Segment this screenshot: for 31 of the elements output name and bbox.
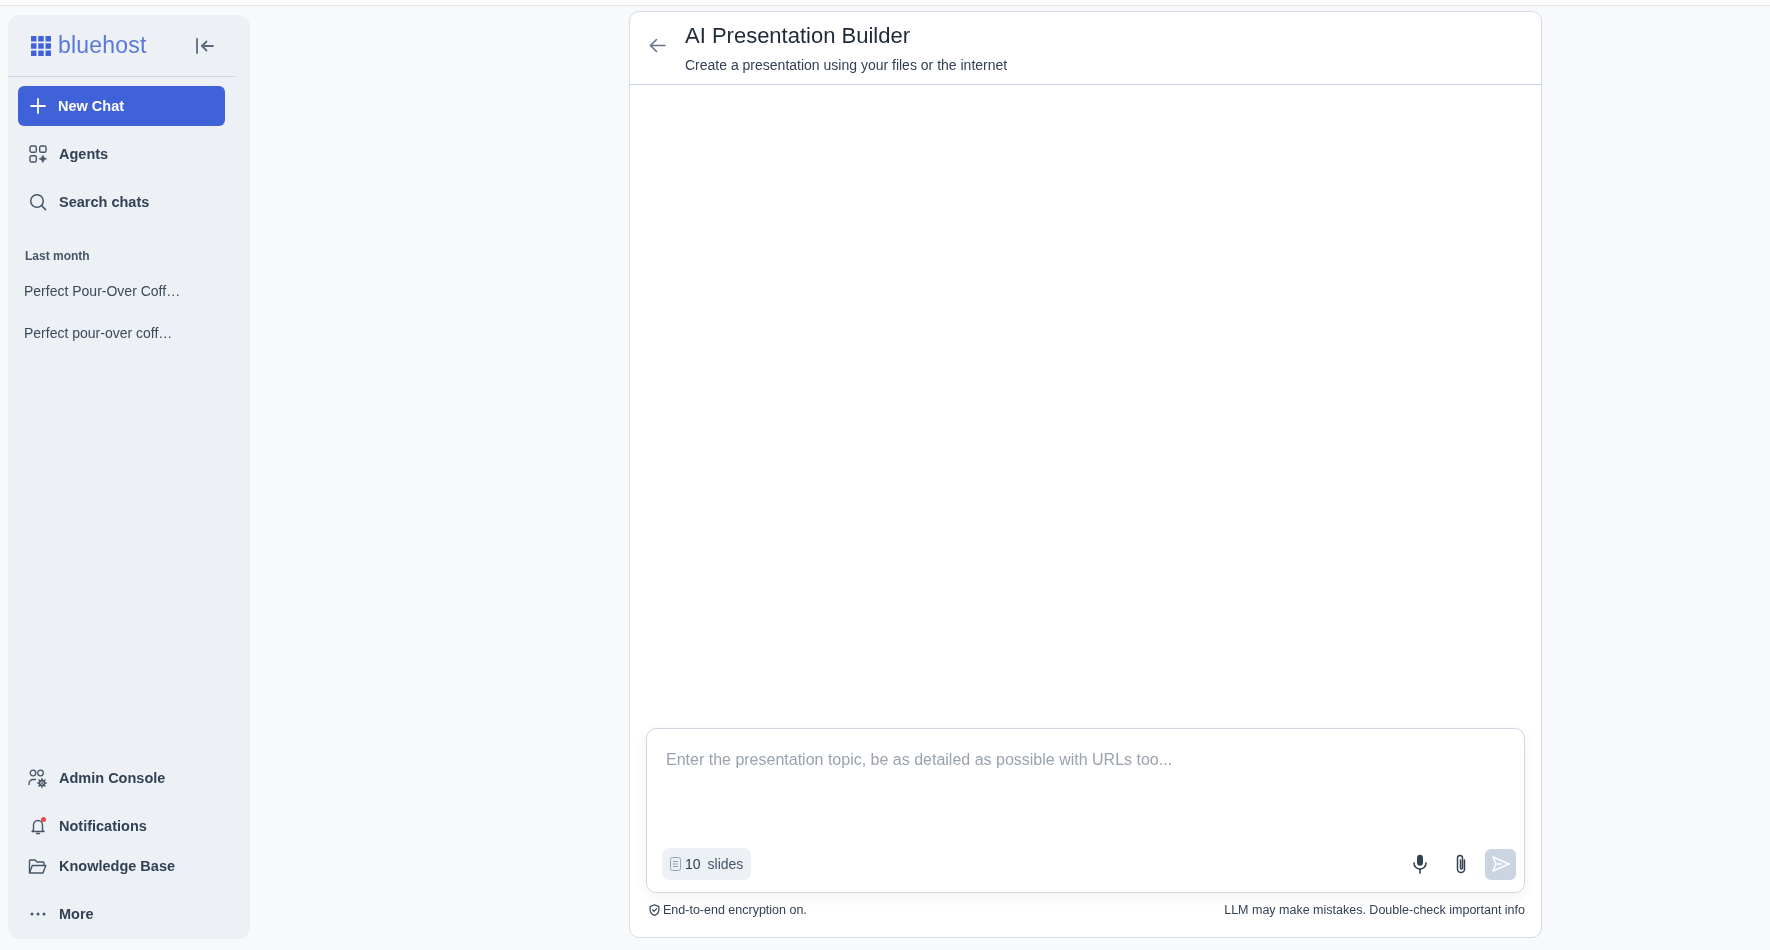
- nav-item[interactable]: More: [8, 890, 250, 938]
- prompt-field[interactable]: Enter the presentation topic, be as detailed as possible with URLs too...: [647, 729, 1524, 848]
- shield-check-icon: [649, 904, 660, 916]
- grid-sparkle-icon: [28, 145, 47, 163]
- paper-plane-icon: [1491, 856, 1510, 872]
- microphone-icon: [1413, 854, 1427, 874]
- section-heading: Last month: [25, 248, 91, 265]
- chat-history-item[interactable]: Perfect Pour-Over Coff…: [16, 273, 240, 309]
- paperclip-icon: [1455, 854, 1467, 874]
- nav-item[interactable]: Search chats: [8, 178, 250, 226]
- nav-item[interactable]: Admin Console: [8, 754, 250, 802]
- chat-history-item[interactable]: Perfect pour-over coff…: [16, 315, 240, 351]
- brand-name: bluehost: [58, 32, 147, 59]
- grid-icon: [31, 35, 51, 56]
- search-icon: [28, 193, 47, 211]
- page-title: AI Presentation Builder: [685, 23, 912, 49]
- document-icon: [670, 857, 681, 871]
- folder-icon: [28, 857, 47, 875]
- plus-icon: [30, 98, 46, 114]
- new-chat-button[interactable]: New Chat: [18, 86, 225, 126]
- page-subtitle: Create a presentation using your files or the internet: [685, 56, 1008, 75]
- encryption-note: End-to-end encryption on.: [663, 903, 807, 917]
- bell-icon: [28, 817, 47, 835]
- users-gear-icon: [28, 768, 47, 788]
- back-button[interactable]: [649, 38, 666, 53]
- nav-item[interactable]: Agents: [8, 130, 250, 178]
- slides-count-button[interactable]: 10 slides: [662, 848, 752, 880]
- prompt-composer[interactable]: Enter the presentation topic, be as detailed as possible with URLs too... 10 slides: [646, 728, 1525, 893]
- arrow-left-icon: [649, 38, 666, 53]
- ellipsis-icon: [29, 912, 46, 916]
- disclaimer-text: LLM may make mistakes. Double-check important info: [1224, 903, 1525, 917]
